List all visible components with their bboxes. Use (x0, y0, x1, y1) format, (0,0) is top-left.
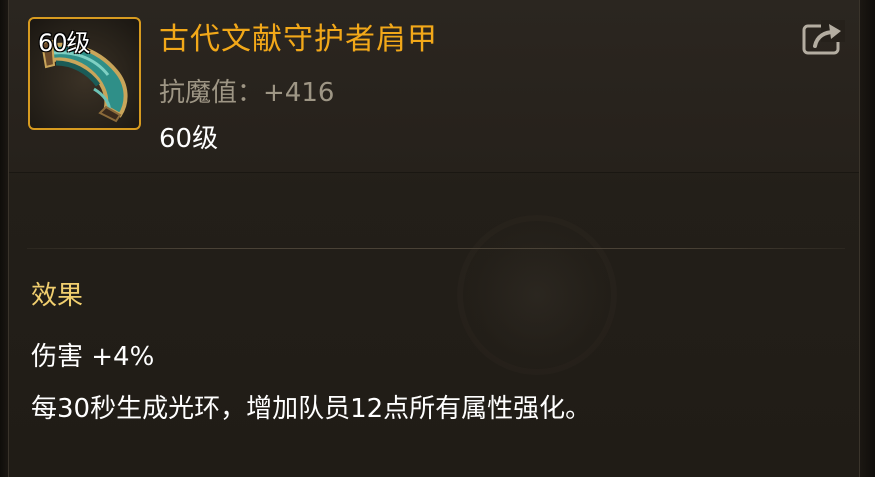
panel-shadow-right (860, 0, 875, 477)
item-level-requirement: 60级 (159, 124, 219, 154)
item-icon-frame: 60级 (28, 17, 141, 130)
item-name: 古代文献守护者肩甲 (159, 22, 438, 57)
item-header: 60级 古代文献守护者肩甲 抗魔值：+416 60级 (9, 0, 859, 173)
share-external-icon[interactable] (801, 20, 845, 56)
effect-line-aura: 每30秒生成光环，增加队员12点所有属性强化。 (31, 394, 592, 424)
item-tooltip-panel: 60级 古代文献守护者肩甲 抗魔值：+416 60级 效果 伤害 +4% 每30… (8, 0, 860, 477)
effects-title: 效果 (31, 281, 84, 311)
effect-line-damage: 伤害 +4% (31, 342, 155, 372)
watermark-emblem (457, 215, 617, 375)
item-level-badge: 60级 (38, 29, 91, 57)
item-stat-magic-resist: 抗魔值：+416 (159, 78, 335, 108)
section-divider (27, 248, 845, 249)
panel-shadow-left (0, 0, 8, 477)
